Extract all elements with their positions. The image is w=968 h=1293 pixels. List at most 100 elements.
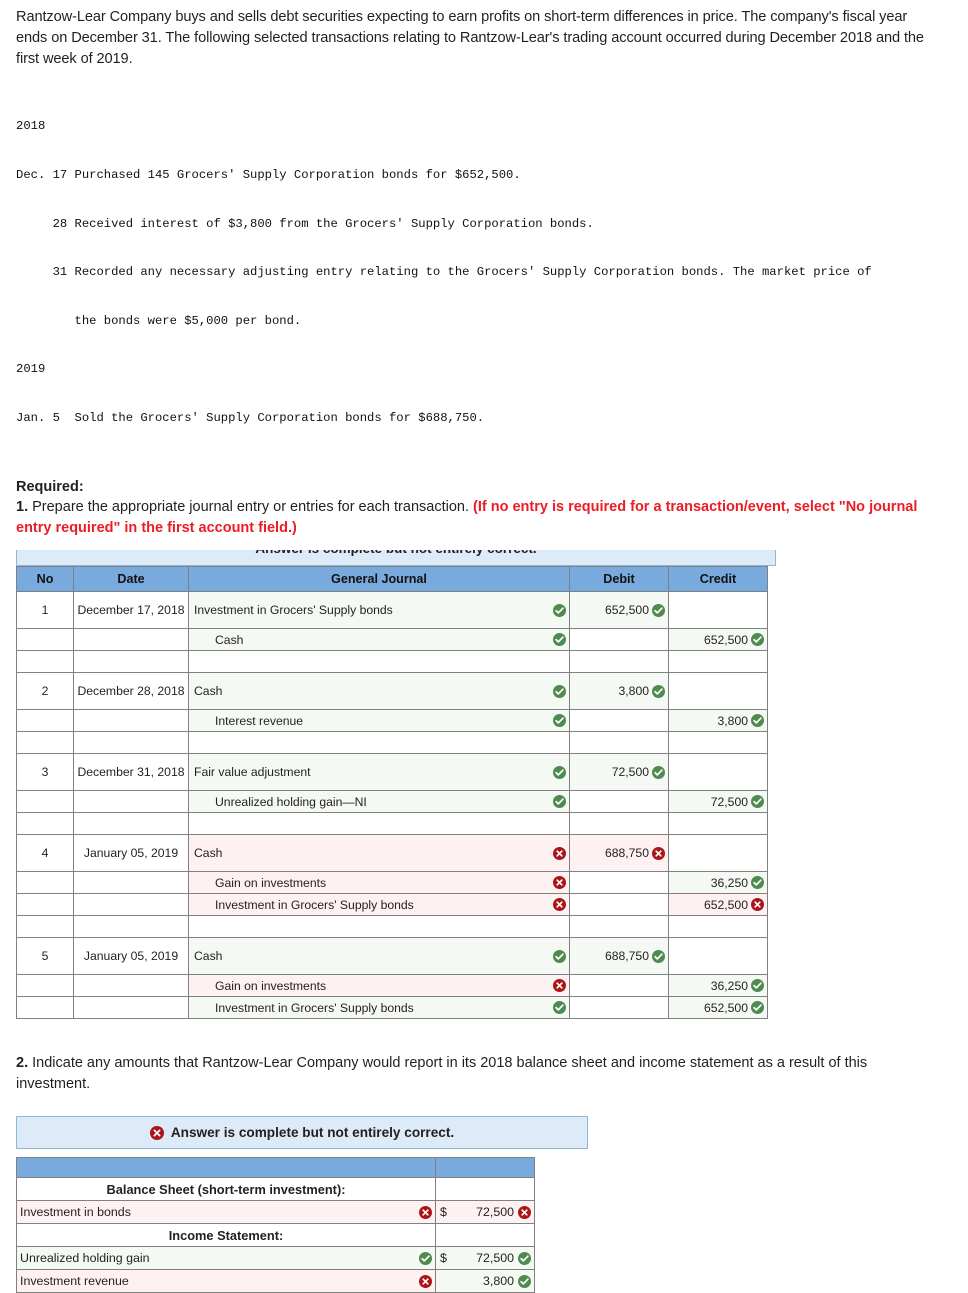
entry-account-cell[interactable]: Gain on investments [188, 974, 570, 998]
answer-status-banner-text: Answer is complete but not entirely corr… [170, 1125, 455, 1141]
entry-account-cell[interactable]: Cash [188, 834, 570, 873]
txn-line-3: 28 Received interest of $3,800 from the … [16, 216, 594, 231]
check-circle-icon [553, 684, 566, 698]
entry-debit-cell[interactable]: 688,750 [569, 937, 669, 976]
balance-amount-cell[interactable]: $72,500 [435, 1200, 535, 1225]
journal-entry-row: Investment in Grocers' Supply bonds 652,5… [16, 996, 768, 1020]
entry-account-cell[interactable]: Cash [188, 672, 570, 711]
spacer-debit-cell [569, 731, 669, 755]
entry-account-name: Gain on investments [215, 875, 327, 890]
journal-status-banner: Answer is complete but not entirely corr… [16, 550, 776, 567]
spacer-credit-cell [668, 731, 768, 755]
entry-credit-cell[interactable] [668, 834, 768, 873]
txn-line-5: the bonds were $5,000 per bond. [16, 313, 302, 328]
spacer-no-cell [16, 650, 74, 674]
requirement-2-section: 2. Indicate any amounts that Rantzow-Lea… [0, 1019, 968, 1094]
entry-account-cell[interactable]: Investment in Grocers' Supply bonds [188, 591, 570, 630]
entry-account-cell[interactable]: Gain on investments [188, 871, 570, 895]
entry-account-name: Gain on investments [215, 978, 327, 993]
balance-header-amount-cell [435, 1157, 535, 1179]
entry-credit-cell[interactable]: 652,500 [668, 628, 768, 652]
entry-date: January 05, 2019 [83, 949, 179, 964]
spacer-credit-cell [668, 915, 768, 939]
entry-credit-cell[interactable] [668, 937, 768, 976]
check-circle-icon [553, 765, 566, 779]
journal-spacer-row [16, 812, 768, 836]
journal-status-banner-text: Answer is complete but not entirely corr… [255, 550, 536, 556]
entry-account-cell[interactable]: Fair value adjustment [188, 753, 570, 792]
entry-account-cell[interactable]: Investment in Grocers' Supply bonds [188, 996, 570, 1020]
balance-label-cell[interactable]: Unrealized holding gain [16, 1246, 436, 1271]
requirement-1-text: 1. Prepare the appropriate journal entry… [16, 497, 950, 538]
entry-credit-value: 652,500 [703, 897, 748, 912]
entry-credit-cell[interactable]: 36,250 [668, 871, 768, 895]
entry-date: December 31, 2018 [77, 765, 185, 780]
entry-account-cell[interactable]: Investment in Grocers' Supply bonds [188, 893, 570, 917]
entry-no-cell: 3 [16, 753, 74, 792]
journal-entry-row: 3 December 31, 2018 Fair value adjustment 7… [16, 753, 768, 792]
entry-account-cell[interactable]: Cash [188, 937, 570, 976]
entry-credit-cell[interactable]: 652,500 [668, 996, 768, 1020]
entry-debit-cell[interactable] [569, 974, 669, 998]
balance-label-cell[interactable]: Investment in bonds [16, 1200, 436, 1225]
journal-entry-row: Interest revenue 3,800 [16, 709, 768, 733]
entry-no-cell [16, 893, 74, 917]
column-header-no: No [16, 566, 74, 593]
journal-banner-clip: Answer is complete but not entirely corr… [16, 550, 778, 567]
journal-header-row: No Date General Journal Debit Credit [16, 566, 768, 593]
balance-amount-row: Investment in bonds $72,500 [16, 1200, 535, 1225]
txn-line-1: 2018 [16, 119, 46, 134]
entry-no: 1 [41, 603, 49, 618]
cross-circle-icon [553, 979, 566, 993]
entry-credit-cell[interactable] [668, 672, 768, 711]
entry-credit-cell[interactable]: 652,500 [668, 893, 768, 917]
check-circle-icon [751, 795, 764, 809]
journal-spacer-row [16, 650, 768, 674]
spacer-date-cell [73, 915, 189, 939]
entry-credit-cell[interactable] [668, 591, 768, 630]
balance-amount-cell[interactable]: $72,500 [435, 1246, 535, 1271]
entry-credit-value: 72,500 [710, 794, 748, 809]
cross-circle-icon [751, 898, 764, 912]
balance-section-title-amount-cell [435, 1177, 535, 1202]
entry-no-cell [16, 974, 74, 998]
entry-account-cell[interactable]: Cash [188, 628, 570, 652]
spacer-debit-cell [569, 915, 669, 939]
entry-account-cell[interactable]: Interest revenue [188, 709, 570, 733]
check-circle-icon [652, 765, 665, 779]
entry-debit-cell[interactable]: 72,500 [569, 753, 669, 792]
entry-credit-cell[interactable]: 36,250 [668, 974, 768, 998]
balance-section-title: Income Statement: [16, 1223, 436, 1248]
entry-account-cell[interactable]: Unrealized holding gain—NI [188, 790, 570, 814]
check-circle-icon [553, 795, 566, 809]
balance-amount-cell[interactable]: 3,800 [435, 1269, 535, 1293]
spacer-no-cell [16, 915, 74, 939]
entry-no: 4 [41, 846, 49, 861]
entry-debit-cell[interactable] [569, 893, 669, 917]
entry-debit-cell[interactable] [569, 790, 669, 814]
cross-circle-icon [419, 1205, 432, 1219]
entry-debit-cell[interactable]: 3,800 [569, 672, 669, 711]
txn-line-4: 31 Recorded any necessary adjusting entr… [16, 265, 872, 280]
entry-credit-cell[interactable]: 3,800 [668, 709, 768, 733]
balance-section-title: Balance Sheet (short-term investment): [16, 1177, 436, 1202]
entry-debit-cell[interactable] [569, 709, 669, 733]
entry-debit-cell[interactable] [569, 871, 669, 895]
entry-debit-cell[interactable] [569, 628, 669, 652]
entry-no: 3 [41, 765, 49, 780]
balance-label-cell[interactable]: Investment revenue [16, 1269, 436, 1293]
entry-credit-cell[interactable] [668, 753, 768, 792]
entry-debit-cell[interactable]: 688,750 [569, 834, 669, 873]
cross-circle-icon [419, 1274, 432, 1288]
balance-header-label-cell [16, 1157, 436, 1179]
entry-debit-cell[interactable] [569, 996, 669, 1020]
requirement-2-text: Indicate any amounts that Rantzow-Lear C… [16, 1055, 868, 1092]
entry-debit-cell[interactable]: 652,500 [569, 591, 669, 630]
txn-line-7: Jan. 5 Sold the Grocers' Supply Corporat… [16, 411, 485, 426]
check-circle-icon [553, 714, 566, 728]
entry-credit-cell[interactable]: 72,500 [668, 790, 768, 814]
journal-spacer-row [16, 915, 768, 939]
entry-account-name: Investment in Grocers' Supply bonds [215, 1000, 414, 1015]
entry-account-name: Unrealized holding gain—NI [215, 794, 367, 809]
required-heading: Required: [16, 478, 84, 495]
